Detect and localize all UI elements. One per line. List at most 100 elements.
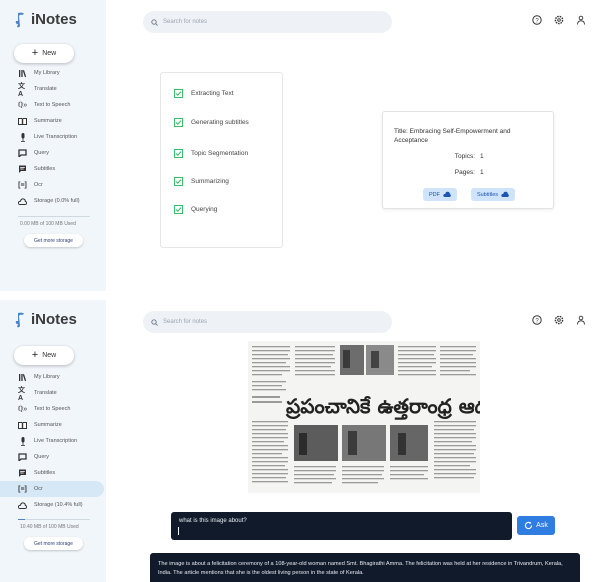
sidebar-item-label: Text to Speech — [34, 406, 71, 412]
sidebar-item-storage[interactable]: Storage (0.0% full) — [0, 193, 106, 209]
settings-icon[interactable] — [554, 315, 564, 325]
search-icon — [151, 18, 158, 26]
sidebar-item-label: Subtitles — [34, 166, 56, 172]
storage-label: Storage (0.0% full) — [34, 198, 80, 204]
sidebar-item-label: Query — [34, 150, 49, 156]
translate-icon: 文A — [18, 82, 25, 98]
sidebar: iNotes + New My Library 文A Translate ℚ» … — [0, 0, 106, 291]
sidebar-item-query[interactable]: Query — [0, 449, 106, 465]
sidebar-item-storage[interactable]: Storage (10.4% full) — [0, 497, 106, 513]
sidebar-item-ocr[interactable]: [≡] Ocr — [0, 481, 104, 497]
new-button[interactable]: + New — [14, 44, 74, 63]
get-more-storage-button[interactable]: Get more storage — [24, 537, 83, 550]
storage-label: Storage (10.4% full) — [34, 502, 83, 508]
result-title: Title: Embracing Self-Empowerment and Ac… — [394, 128, 511, 145]
ask-button[interactable]: Ask — [517, 516, 555, 535]
book-icon — [18, 421, 27, 430]
sidebar-item-label: Ocr — [34, 486, 43, 492]
new-button-label: New — [42, 50, 57, 57]
pdf-download-button[interactable]: PDF — [423, 188, 457, 201]
cloud-download-icon — [501, 191, 509, 197]
microphone-icon — [18, 436, 27, 446]
app-logo[interactable]: iNotes — [14, 11, 77, 28]
plus-icon: + — [31, 349, 39, 361]
sidebar-item-label: My Library — [34, 374, 60, 380]
uploaded-newspaper-image: ప్రపంచానికే ఉత్తరాంధ్ర ఆదర్శం — [248, 341, 480, 500]
checkbox-checked-icon — [174, 177, 183, 186]
sidebar-item-live-transcription[interactable]: Live Transcription — [0, 433, 106, 449]
checkbox-checked-icon — [174, 149, 183, 158]
sidebar-item-label: Ocr — [34, 182, 43, 188]
app-title: iNotes — [31, 11, 77, 28]
checkbox-checked-icon — [174, 205, 183, 214]
sidebar-item-translate[interactable]: 文A Translate — [0, 81, 106, 98]
app-logo[interactable]: iNotes — [14, 311, 77, 328]
help-icon[interactable]: ? — [532, 315, 542, 325]
sidebar-item-summarize[interactable]: Summarize — [0, 113, 106, 129]
ask-button-label: Ask — [536, 522, 548, 529]
header-actions: ? — [532, 315, 586, 325]
sidebar-nav: My Library 文A Translate ℚ» Text to Speec… — [0, 369, 106, 513]
new-button[interactable]: + New — [14, 346, 74, 365]
book-icon — [18, 117, 27, 126]
sidebar-item-subtitles[interactable]: Subtitles — [0, 161, 106, 177]
step-label: Topic Segmentation — [191, 150, 249, 157]
sidebar-item-query[interactable]: Query — [0, 145, 106, 161]
query-input[interactable]: what is this image about? — [171, 512, 512, 540]
sidebar-item-text-to-speech[interactable]: ℚ» Text to Speech — [0, 401, 106, 417]
topics-label: Topics: — [454, 153, 475, 160]
step-label: Generating subtitles — [191, 119, 249, 126]
sidebar-item-label: Summarize — [34, 422, 62, 428]
pdf-button-label: PDF — [429, 191, 440, 198]
checkbox-checked-icon — [174, 89, 183, 98]
sidebar-item-my-library[interactable]: My Library — [0, 369, 106, 385]
library-icon — [18, 69, 27, 78]
text-to-speech-icon: ℚ» — [17, 406, 28, 413]
text-to-speech-icon: ℚ» — [17, 102, 28, 109]
pages-value: 1 — [480, 169, 484, 176]
step-generating-subtitles: Generating subtitles — [174, 118, 249, 127]
storage-used-text: 10.40 MB of 100 MB Used — [20, 524, 79, 530]
user-icon[interactable] — [576, 315, 586, 325]
user-icon[interactable] — [576, 15, 586, 25]
step-extracting-text: Extracting Text — [174, 89, 234, 98]
sidebar-item-label: Translate — [34, 86, 57, 92]
sidebar-item-text-to-speech[interactable]: ℚ» Text to Speech — [0, 97, 106, 113]
sidebar-item-ocr[interactable]: [≡] Ocr — [0, 177, 106, 193]
step-summarizing: Summarizing — [174, 177, 229, 186]
sidebar-item-label: Query — [34, 454, 49, 460]
help-icon[interactable]: ? — [532, 15, 542, 25]
refresh-icon — [525, 521, 533, 530]
settings-icon[interactable] — [554, 15, 564, 25]
topics-value: 1 — [480, 153, 484, 160]
sidebar-item-subtitles[interactable]: Subtitles — [0, 465, 106, 481]
search-bar[interactable]: Search for notes — [143, 311, 392, 333]
app-title: iNotes — [31, 311, 77, 328]
checkbox-checked-icon — [174, 118, 183, 127]
sidebar-item-label: My Library — [34, 70, 60, 76]
microphone-icon — [18, 132, 27, 142]
sidebar-item-live-transcription[interactable]: Live Transcription — [0, 129, 106, 145]
subtitles-button-label: Subtitles — [476, 191, 499, 198]
new-button-label: New — [42, 352, 57, 359]
screen-ocr-query: iNotes + New My Library 文A Translate ℚ» … — [0, 300, 611, 582]
storage-progress-fill — [18, 519, 26, 520]
subtitles-download-button[interactable]: Subtitles — [471, 188, 515, 201]
sidebar-item-summarize[interactable]: Summarize — [0, 417, 106, 433]
result-card: Title: Embracing Self-Empowerment and Ac… — [382, 111, 554, 209]
newspaper-headline: ప్రపంచానికే ఉత్తరాంధ్ర ఆదర్శం — [285, 394, 480, 422]
sidebar-item-label: Live Transcription — [34, 438, 78, 444]
plus-icon: + — [31, 47, 39, 59]
get-more-storage-button[interactable]: Get more storage — [24, 234, 83, 247]
search-bar[interactable]: Search for notes — [143, 11, 392, 33]
ocr-icon: [≡] — [18, 485, 27, 493]
cloud-download-icon — [443, 191, 451, 197]
step-topic-segmentation: Topic Segmentation — [174, 149, 248, 158]
query-text: what is this image about? — [179, 518, 247, 524]
sidebar-item-my-library[interactable]: My Library — [0, 65, 106, 81]
search-icon — [151, 318, 158, 326]
search-placeholder: Search for notes — [163, 19, 208, 25]
step-querying: Querying — [174, 205, 217, 214]
storage-used-text: 0.00 MB of 100 MB Used — [20, 221, 76, 227]
sidebar-item-translate[interactable]: 文A Translate — [0, 385, 106, 402]
